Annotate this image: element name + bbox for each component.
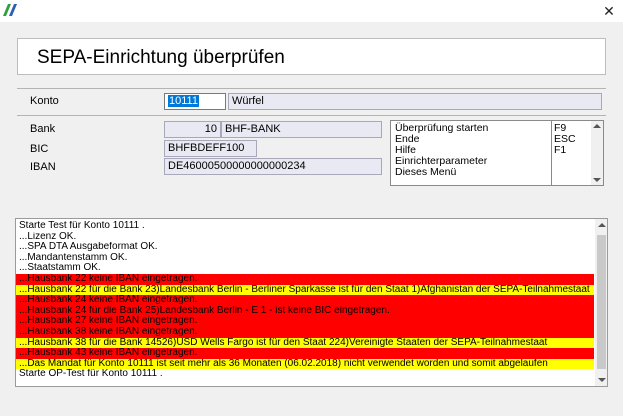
log-line: ...Hausbank 38 für die Bank 14526)USD We… <box>16 337 594 349</box>
log-line: ...Hausbank 43 keine IBAN eingetragen. <box>16 348 594 359</box>
log-line: ...Lizenz OK. <box>19 231 77 242</box>
command-labels: Überprüfung starten Ende Hilfe Einrichte… <box>395 123 551 178</box>
bank-label: Bank <box>30 123 56 135</box>
log-line: ...Mandantenstamm OK. <box>19 252 128 263</box>
log-line: ...Hausbank 22 für die Bank 23)Landesban… <box>16 284 594 296</box>
command-this-menu[interactable]: Dieses Menü <box>395 167 551 178</box>
iban-field: DE46000500000000000234 <box>164 158 382 175</box>
konto-label: Konto <box>30 95 59 107</box>
bic-label: BIC <box>30 143 49 155</box>
command-divider <box>551 121 552 185</box>
command-key: F1 <box>554 144 567 156</box>
command-scrollbar[interactable] <box>591 121 603 185</box>
konto-name-field: Würfel <box>228 93 602 110</box>
app-logo-icon <box>3 4 17 16</box>
scroll-up-icon[interactable] <box>593 124 601 128</box>
log-output: Starte Test für Konto 10111 . ...Lizenz O… <box>15 218 608 387</box>
header-panel: SEPA-Einrichtung überprüfen <box>17 38 606 75</box>
scroll-up-icon[interactable] <box>598 223 606 227</box>
separator-top <box>17 88 606 89</box>
command-end[interactable]: Ende <box>395 134 551 145</box>
log-line: Starte Test für Konto 10111 . <box>19 221 145 231</box>
log-line: ...Das Mandat für Konto 10111 ist seit m… <box>16 358 594 370</box>
log-line: ...Staatstamm OK. <box>19 263 101 274</box>
log-line: ...Hausbank 22 keine IBAN eingetragen. <box>16 273 594 285</box>
scroll-thumb[interactable] <box>597 235 606 369</box>
page-title: SEPA-Einrichtung überprüfen <box>37 47 285 68</box>
log-line: ...Hausbank 38 keine IBAN eingetragen. <box>16 326 594 338</box>
iban-label: IBAN <box>30 161 56 173</box>
log-line: ...Hausbank 27 keine IBAN eingetragen. <box>16 316 594 327</box>
log-line: Starte OP-Test für Konto 10111 . <box>19 369 163 380</box>
command-menu: Überprüfung starten Ende Hilfe Einrichte… <box>390 120 604 186</box>
bank-number-field: 10 <box>164 121 221 138</box>
log-line: ...Hausbank 24 für die Bank 25)Landesban… <box>16 305 594 317</box>
command-keys: F9 ESC F1 <box>554 123 592 156</box>
log-lines: Starte Test für Konto 10111 . ...Lizenz O… <box>16 221 594 380</box>
scroll-down-icon[interactable] <box>593 178 601 182</box>
log-line: ...Hausbank 24 keine IBAN eingetragen. <box>16 295 594 306</box>
log-scrollbar[interactable] <box>595 219 607 386</box>
separator-mid <box>17 115 606 116</box>
konto-number-value: 10111 <box>168 95 199 107</box>
window-titlebar: ✕ <box>0 0 623 22</box>
scroll-down-icon[interactable] <box>598 378 606 382</box>
log-line: ...SPA DTA Ausgabeformat OK. <box>19 242 158 253</box>
bic-field: BHFBDEFF100 <box>164 140 257 157</box>
konto-number-input[interactable]: 10111 <box>164 93 226 110</box>
close-button[interactable]: ✕ <box>600 2 618 20</box>
bank-name-field: BHF-BANK <box>221 121 382 138</box>
